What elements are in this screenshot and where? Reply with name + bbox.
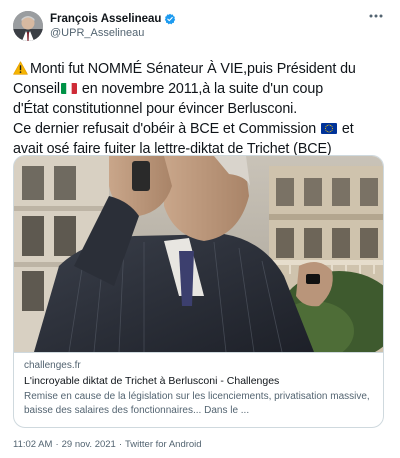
tweet-header: François Asselineau @UPR_Asselineau <box>13 10 384 54</box>
tweet-text-line: Ce dernier refusait d'obéir à BCE et Com… <box>13 121 317 137</box>
more-options-icon[interactable] <box>368 10 384 22</box>
tweet-text-line: en novembre 2011,à la suite d'un coup <box>77 81 324 97</box>
eu-flag-icon <box>321 123 338 134</box>
card-body: challenges.fr L'incroyable diktat de Tri… <box>14 352 383 427</box>
meta-separator: · <box>55 439 59 450</box>
meta-separator: · <box>118 439 123 450</box>
tweet-line-1: Monti fut NOMMÉ Sénateur À VIE,puis Prés… <box>13 59 384 79</box>
author-handle[interactable]: @UPR_Asselineau <box>50 26 176 40</box>
link-preview-card[interactable]: challenges.fr L'incroyable diktat de Tri… <box>13 155 384 428</box>
verified-badge-icon <box>164 13 176 25</box>
tweet-text-line: et <box>338 121 354 137</box>
tweet-line-2: Conseil en novembre 2011,à la suite d'un… <box>13 79 384 99</box>
card-domain: challenges.fr <box>24 360 81 371</box>
tweet: François Asselineau @UPR_Asselineau Mont… <box>0 0 400 458</box>
avatar[interactable] <box>13 11 43 41</box>
card-description-line: Remise en cause de la législation sur le… <box>24 391 370 402</box>
card-description: Remise en cause de la législation sur le… <box>24 390 373 418</box>
tweet-time[interactable]: 11:02 AM <box>13 439 52 450</box>
tweet-meta: 11:02 AM · 29 nov. 2021 · Twitter for Androi… <box>13 439 202 450</box>
card-image <box>14 156 383 352</box>
author-display-name[interactable]: François Asselineau <box>50 12 161 26</box>
tweet-line-4: Ce dernier refusait d'obéir à BCE et Com… <box>13 119 384 139</box>
tweet-date[interactable]: 29 nov. 2021 <box>62 439 116 450</box>
warning-emoji-icon <box>13 61 28 75</box>
card-title[interactable]: L'incroyable diktat de Trichet à Berlusc… <box>24 374 373 389</box>
italy-flag-icon <box>60 83 77 94</box>
author-names: François Asselineau @UPR_Asselineau <box>50 12 176 40</box>
tweet-text-line: Monti fut NOMMÉ Sénateur À VIE,puis Prés… <box>30 61 356 77</box>
tweet-text-line: Conseil <box>13 81 60 97</box>
tweet-text: Monti fut NOMMÉ Sénateur À VIE,puis Prés… <box>13 59 384 159</box>
tweet-source[interactable]: Twitter for Android <box>125 439 202 450</box>
card-description-line: baisse des salaires des fonctionnaires..… <box>24 405 250 416</box>
tweet-line-3: d'État constitutionnel pour évincer Berl… <box>13 101 298 117</box>
